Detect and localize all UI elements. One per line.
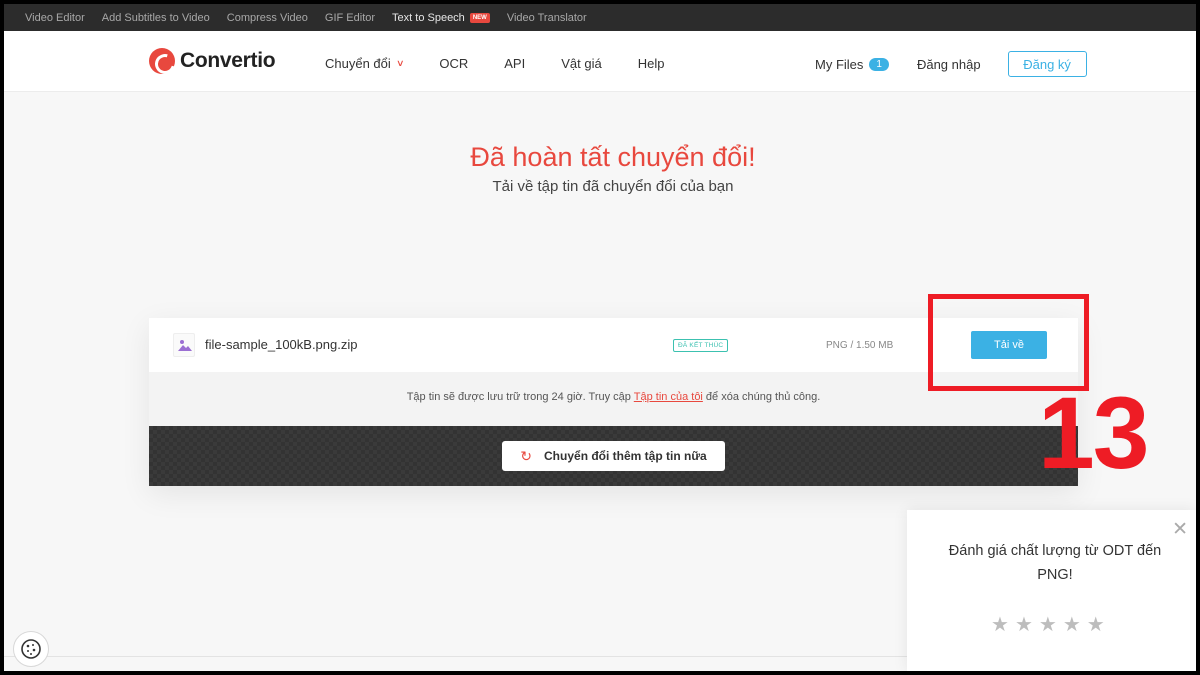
login-link[interactable]: Đăng nhập: [917, 57, 981, 72]
signup-button[interactable]: Đăng ký: [1007, 51, 1087, 77]
tool-link-text-to-speech[interactable]: Text to Speech NEW: [392, 12, 490, 24]
main-nav: Chuyển đổi ∨ OCR API Vật giá Help: [325, 56, 700, 71]
logo[interactable]: Convertio: [149, 48, 276, 74]
chevron-down-icon: ∨: [395, 58, 405, 68]
my-files-link[interactable]: My Files 1: [815, 57, 889, 72]
star-icon[interactable]: ★: [1087, 612, 1105, 637]
rating-popup: ✕ Đánh giá chất lượng từ ODT đến PNG! ★ …: [907, 510, 1196, 671]
cookie-icon: [21, 639, 41, 659]
convert-more-label: Chuyển đổi thêm tập tin nữa: [544, 449, 707, 463]
annotation-step-number: 13: [1038, 376, 1149, 490]
star-rating: ★ ★ ★ ★ ★: [991, 612, 1111, 637]
close-icon[interactable]: ✕: [1172, 520, 1188, 539]
tool-link-add-subtitles[interactable]: Add Subtitles to Video: [102, 12, 210, 24]
convert-more-button[interactable]: ↻ Chuyển đổi thêm tập tin nữa: [502, 441, 725, 471]
top-tools-bar: Video Editor Add Subtitles to Video Comp…: [4, 4, 1196, 31]
storage-note-text-end: để xóa chúng thủ công.: [702, 391, 821, 403]
convert-more-bar: ↻ Chuyển đổi thêm tập tin nữa: [149, 426, 1078, 486]
nav-ocr[interactable]: OCR: [439, 56, 468, 71]
footer-divider: [4, 656, 907, 657]
my-files-label: My Files: [815, 56, 864, 72]
my-files-note-link[interactable]: Tập tin của tôi: [634, 391, 703, 403]
star-icon[interactable]: ★: [1039, 612, 1057, 637]
page-subtitle: Tải về tập tin đã chuyển đổi của bạn: [492, 178, 734, 195]
nav-api[interactable]: API: [504, 56, 525, 71]
nav-convert-label: Chuyển đổi: [325, 56, 391, 71]
nav-convert[interactable]: Chuyển đổi ∨: [325, 56, 405, 71]
site-header: Convertio Chuyển đổi ∨ OCR API Vật giá H…: [4, 31, 1196, 92]
tool-link-gif-editor[interactable]: GIF Editor: [325, 12, 375, 24]
nav-pricing[interactable]: Vật giá: [561, 56, 601, 71]
storage-note-text: Tập tin sẽ được lưu trữ trong 24 giờ. Tr…: [406, 391, 634, 403]
image-file-icon: [173, 333, 195, 357]
star-icon[interactable]: ★: [1063, 612, 1081, 637]
status-badge: ĐÃ KẾT THÚC: [673, 339, 729, 352]
nav-help[interactable]: Help: [638, 56, 665, 71]
star-icon[interactable]: ★: [991, 612, 1009, 637]
account-nav: My Files 1 Đăng nhập Đăng ký: [815, 51, 1087, 77]
tool-link-video-editor[interactable]: Video Editor: [25, 12, 85, 24]
new-badge: NEW: [469, 12, 490, 23]
cookie-settings-button[interactable]: [13, 631, 49, 667]
refresh-icon: ↻: [520, 447, 533, 464]
tool-link-compress-video[interactable]: Compress Video: [227, 12, 308, 24]
files-count-badge: 1: [869, 57, 889, 71]
tool-link-video-translator[interactable]: Video Translator: [507, 12, 587, 24]
tool-link-text-to-speech-label: Text to Speech: [392, 11, 465, 24]
star-icon[interactable]: ★: [1015, 612, 1033, 637]
logo-text: Convertio: [180, 49, 276, 72]
convertio-logo-icon: [149, 48, 175, 74]
browser-viewport: Video Editor Add Subtitles to Video Comp…: [4, 4, 1196, 671]
page-title: Đã hoàn tất chuyển đổi!: [470, 142, 756, 172]
rating-prompt: Đánh giá chất lượng từ ODT đến PNG!: [948, 543, 1162, 583]
file-format-size: PNG / 1.50 MB: [826, 340, 894, 351]
file-name: file-sample_100kB.png.zip: [205, 337, 358, 352]
